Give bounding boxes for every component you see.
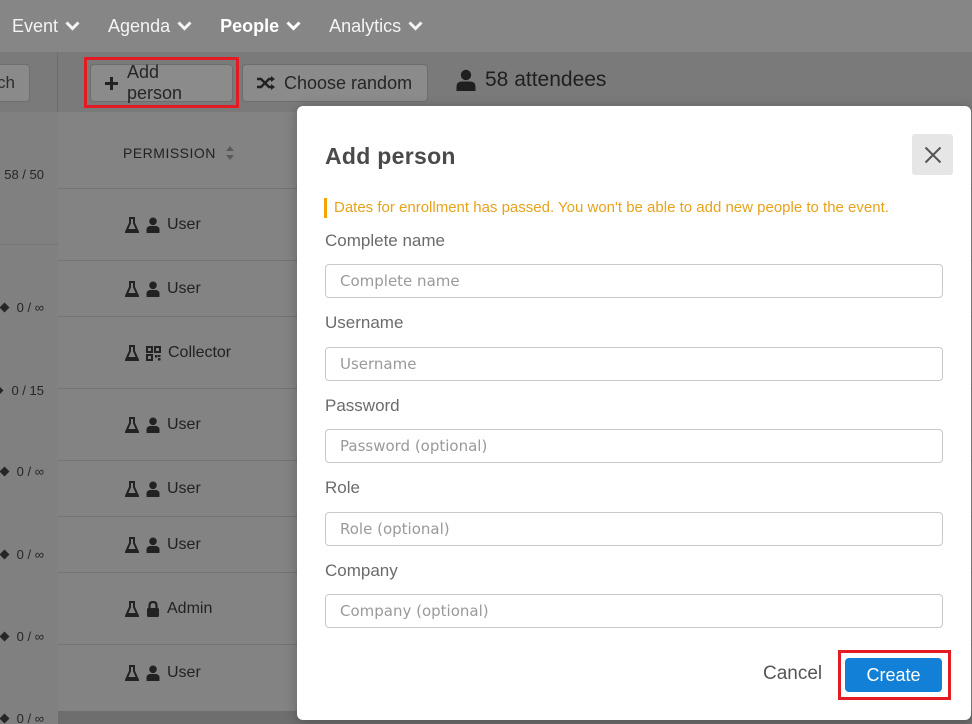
flask-icon (125, 664, 139, 682)
capacity-cell: 58 / 50 (4, 167, 44, 182)
table-row-permission: User (125, 416, 201, 434)
ticket-icon (0, 713, 10, 724)
capacity-value: 0 / ∞ (16, 464, 44, 479)
table-row-permission: User (125, 480, 201, 498)
search-button[interactable]: ch (0, 64, 30, 102)
toolbar: ch Add person Choose random 58 attendees (0, 52, 972, 112)
choose-random-button[interactable]: Choose random (242, 64, 428, 102)
permission-label: User (167, 416, 201, 433)
permission-label: Collector (168, 344, 232, 361)
add-person-button[interactable]: Add person (90, 62, 233, 103)
table-row-permission: User (125, 536, 201, 554)
complete-name-label: Complete name (325, 231, 446, 250)
capacity-cell: 0 / ∞ (0, 711, 44, 724)
permission-label: User (167, 216, 201, 233)
create-button[interactable]: Create (845, 658, 942, 692)
permission-label: Admin (167, 600, 213, 617)
nav-item-analytics[interactable]: Analytics (329, 16, 423, 37)
ticket-icon (0, 466, 10, 477)
choose-random-label: Choose random (284, 72, 413, 93)
capacity-value: 0 / ∞ (16, 547, 44, 562)
flask-icon (125, 600, 139, 618)
capacity-cell: 0 / ∞ (0, 629, 44, 644)
user-icon (146, 417, 160, 433)
user-icon (146, 481, 160, 497)
cancel-button[interactable]: Cancel (763, 663, 822, 685)
permission-header-label: PERMISSION (123, 145, 216, 161)
username-input[interactable] (325, 347, 943, 381)
permission-label: User (167, 480, 201, 497)
complete-name-input[interactable] (325, 264, 943, 298)
chevron-down-icon (177, 21, 192, 31)
table-row-permission: User (125, 664, 201, 682)
flask-icon (125, 344, 139, 362)
nav-item-label: Agenda (108, 15, 171, 36)
dialog-title: Add person (325, 143, 456, 169)
ticket-icon (0, 631, 10, 642)
table-row-permission: User (125, 280, 201, 298)
enrollment-warning: Dates for enrollment has passed. You won… (324, 198, 889, 218)
permission-label: User (167, 536, 201, 553)
flask-icon (125, 536, 139, 554)
table-row-permission: Collector (125, 344, 231, 362)
ticket-icon (0, 549, 10, 560)
permission-column-header[interactable]: PERMISSION (123, 144, 235, 162)
flask-icon (125, 416, 139, 434)
capacity-value: 0 / ∞ (16, 300, 44, 315)
search-button-label: ch (0, 73, 15, 92)
chevron-down-icon (65, 21, 80, 31)
nav-item-agenda[interactable]: Agenda (108, 16, 192, 37)
close-button[interactable] (912, 134, 953, 175)
user-icon (146, 217, 160, 233)
user-icon (456, 69, 476, 91)
company-input[interactable] (325, 594, 943, 628)
capacity-cell: 0 / 15 (0, 383, 44, 398)
company-label: Company (325, 561, 398, 580)
attendee-count: 58 attendees (456, 68, 606, 92)
table-row-permission: User (125, 216, 201, 234)
plus-icon (104, 76, 118, 90)
attendee-count-label: 58 attendees (485, 68, 607, 91)
password-input[interactable] (325, 429, 943, 463)
add-person-label: Add person (126, 62, 183, 103)
flask-icon (125, 280, 139, 298)
chevron-down-icon (408, 21, 423, 31)
nav-item-label: Event (12, 15, 59, 36)
chevron-down-icon (286, 21, 301, 31)
role-input[interactable] (325, 512, 943, 546)
permission-label: User (167, 664, 201, 681)
nav-item-label: People (220, 15, 280, 36)
sort-icon (225, 146, 234, 160)
capacity-value: 0 / ∞ (16, 711, 44, 724)
user-icon (146, 281, 160, 297)
add-person-dialog: Add person Dates for enrollment has pass… (297, 106, 971, 720)
close-icon (924, 146, 941, 163)
capacity-value: 0 / 15 (11, 383, 44, 398)
qr-code-icon (146, 345, 161, 361)
table-row-permission: Admin (125, 600, 212, 618)
role-label: Role (325, 478, 360, 497)
capacity-value: 58 / 50 (4, 167, 44, 182)
flask-icon (125, 216, 139, 234)
nav-item-people[interactable]: People (220, 16, 301, 37)
ticket-icon (0, 302, 10, 313)
nav-item-event[interactable]: Event (12, 16, 80, 37)
toolbar-divider (57, 52, 58, 112)
permission-label: User (167, 280, 201, 297)
capacity-value: 0 / ∞ (16, 629, 44, 644)
capacity-cell: 0 / ∞ (0, 300, 44, 315)
row-divider (0, 244, 58, 245)
nav-item-label: Analytics (329, 15, 402, 36)
user-icon (146, 537, 160, 553)
shuffle-icon (257, 76, 275, 90)
user-icon (146, 665, 160, 681)
password-label: Password (325, 396, 400, 415)
lock-icon (146, 601, 160, 617)
username-label: Username (325, 313, 404, 332)
flask-icon (125, 480, 139, 498)
ticket-icon (0, 386, 4, 395)
top-nav: Event Agenda People Analytics (0, 0, 972, 52)
capacity-cell: 0 / ∞ (0, 547, 44, 562)
capacity-cell: 0 / ∞ (0, 464, 44, 479)
